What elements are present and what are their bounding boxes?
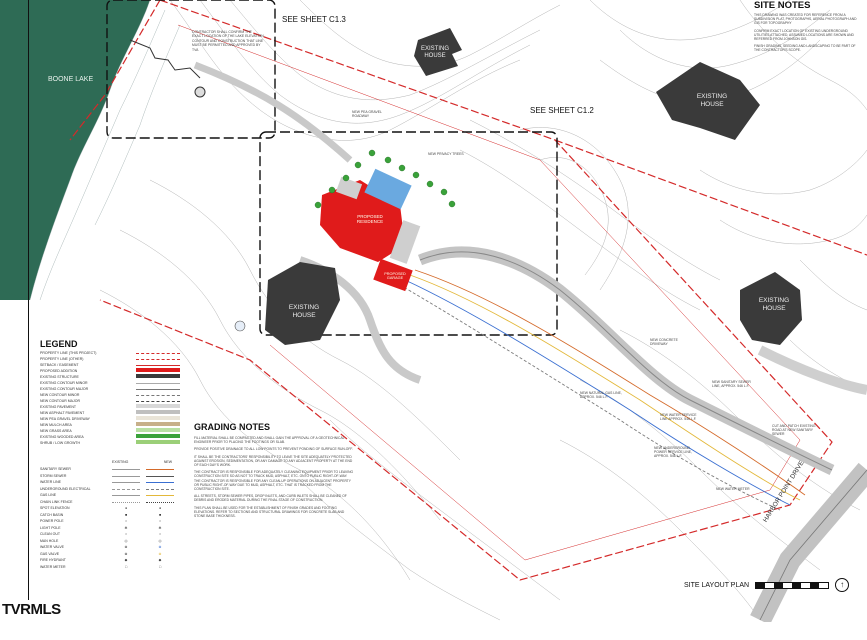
boone-lake-label: BOONE LAKE (48, 76, 94, 83)
callout-water-meter: NEW WATER METER (716, 487, 750, 491)
callout-cut-patch: CUT AND PATCH EXISTING ROAD AT NEW SANIT… (772, 424, 816, 436)
grading-note-6: THIS PLAN SHALL BE USED FOR THE ESTABLIS… (194, 505, 345, 519)
legend-col-new: NEW (163, 460, 172, 464)
callout-sanitary: NEW SANITARY SEWER LINE, APPROX. 546 L.F… (712, 380, 751, 388)
callout-power: NEW UNDERGROUND POWER SERVICE LINE, APPR… (654, 446, 692, 458)
callout-concrete-driveway: NEW CONCRETE DRIVEWAY (650, 338, 678, 346)
bottom-strip (0, 622, 867, 640)
site-note-3: FINISH GRADING, SEEDING AND LANDSCAPING … (754, 44, 856, 53)
callout-natural-gas: NEW NATURAL GAS LINE, APPROX. 546 L.F. (580, 391, 622, 399)
watermark: TVRMLS (2, 601, 61, 618)
grading-note-1: FILL MATERIAL SHALL BE COMPACTED AND SHA… (194, 436, 345, 445)
callout-privacy-trees: NEW PRIVACY TREES (428, 152, 464, 156)
harbor-point-drive-label: HARBOR POINT DRIVE (762, 459, 806, 524)
legend-col-existing: EXISTING (112, 460, 129, 464)
grading-notes-title: GRADING NOTES (194, 422, 271, 432)
existing-house-label-west: EXISTING HOUSE (288, 304, 320, 319)
site-layout-plan-title: SITE LAYOUT PLAN ↑ (684, 578, 850, 592)
grading-note-4: THE CONTRACTOR IS RESPONSIBLE FOR ADEQUA… (194, 470, 354, 492)
sheet-border-left (28, 0, 29, 600)
see-sheet-c13-label: SEE SHEET C1.3 (282, 15, 346, 24)
existing-house-label-east-top: EXISTING HOUSE (696, 93, 728, 108)
existing-house-label-east: EXISTING HOUSE (758, 297, 790, 312)
grading-note-5: ALL STREETS, STORM SEWER PIPES, DROP INL… (194, 494, 347, 503)
scale-bar (755, 581, 830, 589)
callout-water: NEW WATER SERVICE LINE APPROX. 546 L.F. (660, 413, 697, 421)
site-notes-list: THIS DRAWING WAS CREATED FOR REFERENCE F… (754, 13, 862, 53)
callout-pea-gravel: NEW PEA GRAVEL ROADWAY (352, 110, 382, 118)
proposed-garage-label: PROPOSED GARAGE (384, 272, 406, 280)
site-note-2: CONFIRM EXACT LOCATION OF EXISTING UNDER… (754, 28, 854, 42)
site-note-1: THIS DRAWING WAS CREATED FOR REFERENCE F… (754, 13, 857, 26)
grading-note-3: IT SHALL BE THE CONTRACTORS' RESPONSIBIL… (194, 454, 353, 468)
callout-confirm-lake: CONTRACTOR SHALL CONFIRM THE EXACT LOCAT… (192, 30, 264, 52)
legend-utilities: SANITARY SEWER STORM SEWER WATER LINE UN… (40, 466, 180, 570)
legend-col-headers: EXISTING NEW (112, 460, 172, 464)
legend-utility: WATER METER □ □ (40, 564, 162, 569)
existing-house-label-north: EXISTING HOUSE (420, 46, 449, 59)
see-sheet-c12-label: SEE SHEET C1.2 (530, 106, 594, 115)
site-layout-plan-label: SITE LAYOUT PLAN (684, 581, 750, 589)
grading-notes-list: FILL MATERIAL SHALL BE COMPACTED AND SHA… (194, 436, 354, 518)
grading-note-2: PROVIDE POSITIVE DRAINAGE TO ALL LOW POI… (194, 447, 353, 452)
legend-list: PROPERTY LINE (THIS PROJECT) PROPERTY LI… (40, 350, 180, 446)
legend-title: LEGEND (40, 339, 78, 349)
legend-item: SHRUB / LOW GROWTH (40, 440, 180, 446)
proposed-residence-label: PROPOSED RESIDENCE (356, 214, 384, 224)
north-arrow-icon: ↑ (835, 578, 850, 592)
site-notes-title: SITE NOTES (754, 0, 811, 11)
